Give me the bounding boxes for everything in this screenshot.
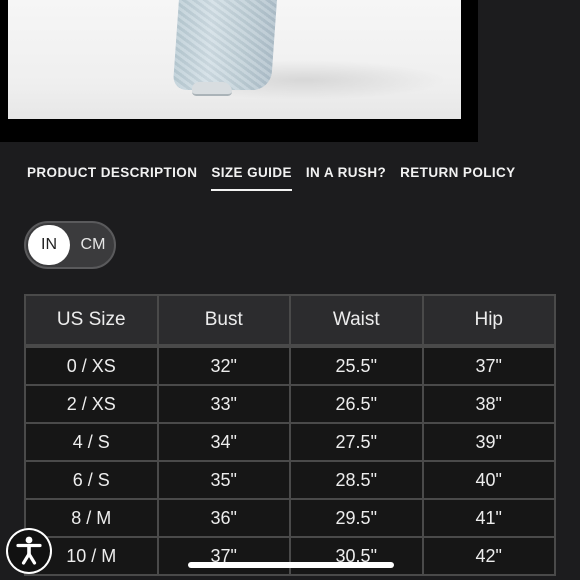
- product-photo[interactable]: [8, 0, 461, 119]
- dress-hem: [172, 0, 278, 90]
- tab-return-policy[interactable]: RETURN POLICY: [400, 163, 515, 191]
- tab-in-a-rush[interactable]: IN A RUSH?: [306, 163, 386, 191]
- cell-us-size: 6 / S: [24, 460, 159, 500]
- cell-waist: 27.5": [289, 422, 424, 462]
- table-row: 8 / M 36" 29.5" 41": [24, 498, 556, 538]
- cell-us-size: 0 / XS: [24, 344, 159, 386]
- tab-size-guide[interactable]: SIZE GUIDE: [211, 163, 292, 191]
- header-waist: Waist: [289, 294, 424, 347]
- table-header-row: US Size Bust Waist Hip: [24, 294, 556, 347]
- accessibility-button[interactable]: [6, 528, 52, 574]
- cell-waist: 29.5": [289, 498, 424, 538]
- table-row: 0 / XS 32" 25.5" 37": [24, 344, 556, 386]
- cell-waist: 25.5": [289, 344, 424, 386]
- cell-waist: 26.5": [289, 384, 424, 424]
- table-row: 6 / S 35" 28.5" 40": [24, 460, 556, 500]
- unit-toggle[interactable]: IN CM: [24, 221, 116, 269]
- cell-hip: 42": [421, 536, 556, 576]
- accessibility-icon: [16, 536, 42, 565]
- cell-hip: 40": [421, 460, 556, 500]
- cell-bust: 35": [156, 460, 291, 500]
- header-hip: Hip: [421, 294, 556, 347]
- size-chart-table: US Size Bust Waist Hip 0 / XS 32" 25.5" …: [24, 294, 556, 576]
- cell-bust: 36": [156, 498, 291, 538]
- unit-option-cm[interactable]: CM: [72, 225, 114, 265]
- shoe: [192, 82, 232, 96]
- cell-hip: 41": [421, 498, 556, 538]
- cell-waist: 30.5": [289, 536, 424, 576]
- header-bust: Bust: [156, 294, 291, 347]
- cell-hip: 39": [421, 422, 556, 462]
- cell-bust: 32": [156, 344, 291, 386]
- product-info-tabs: PRODUCT DESCRIPTION SIZE GUIDE IN A RUSH…: [27, 163, 516, 191]
- tab-product-description[interactable]: PRODUCT DESCRIPTION: [27, 163, 197, 191]
- cell-bust: 33": [156, 384, 291, 424]
- header-us-size: US Size: [24, 294, 159, 347]
- cell-hip: 37": [421, 344, 556, 386]
- product-photo-frame: [0, 0, 478, 142]
- cell-bust: 34": [156, 422, 291, 462]
- cell-us-size: 2 / XS: [24, 384, 159, 424]
- table-row: 2 / XS 33" 26.5" 38": [24, 384, 556, 424]
- table-row: 10 / M 37" 30.5" 42": [24, 536, 556, 576]
- cell-bust: 37": [156, 536, 291, 576]
- cell-waist: 28.5": [289, 460, 424, 500]
- cell-us-size: 4 / S: [24, 422, 159, 462]
- unit-option-in[interactable]: IN: [28, 225, 70, 265]
- cell-hip: 38": [421, 384, 556, 424]
- table-row: 4 / S 34" 27.5" 39": [24, 422, 556, 462]
- home-indicator[interactable]: [188, 562, 394, 568]
